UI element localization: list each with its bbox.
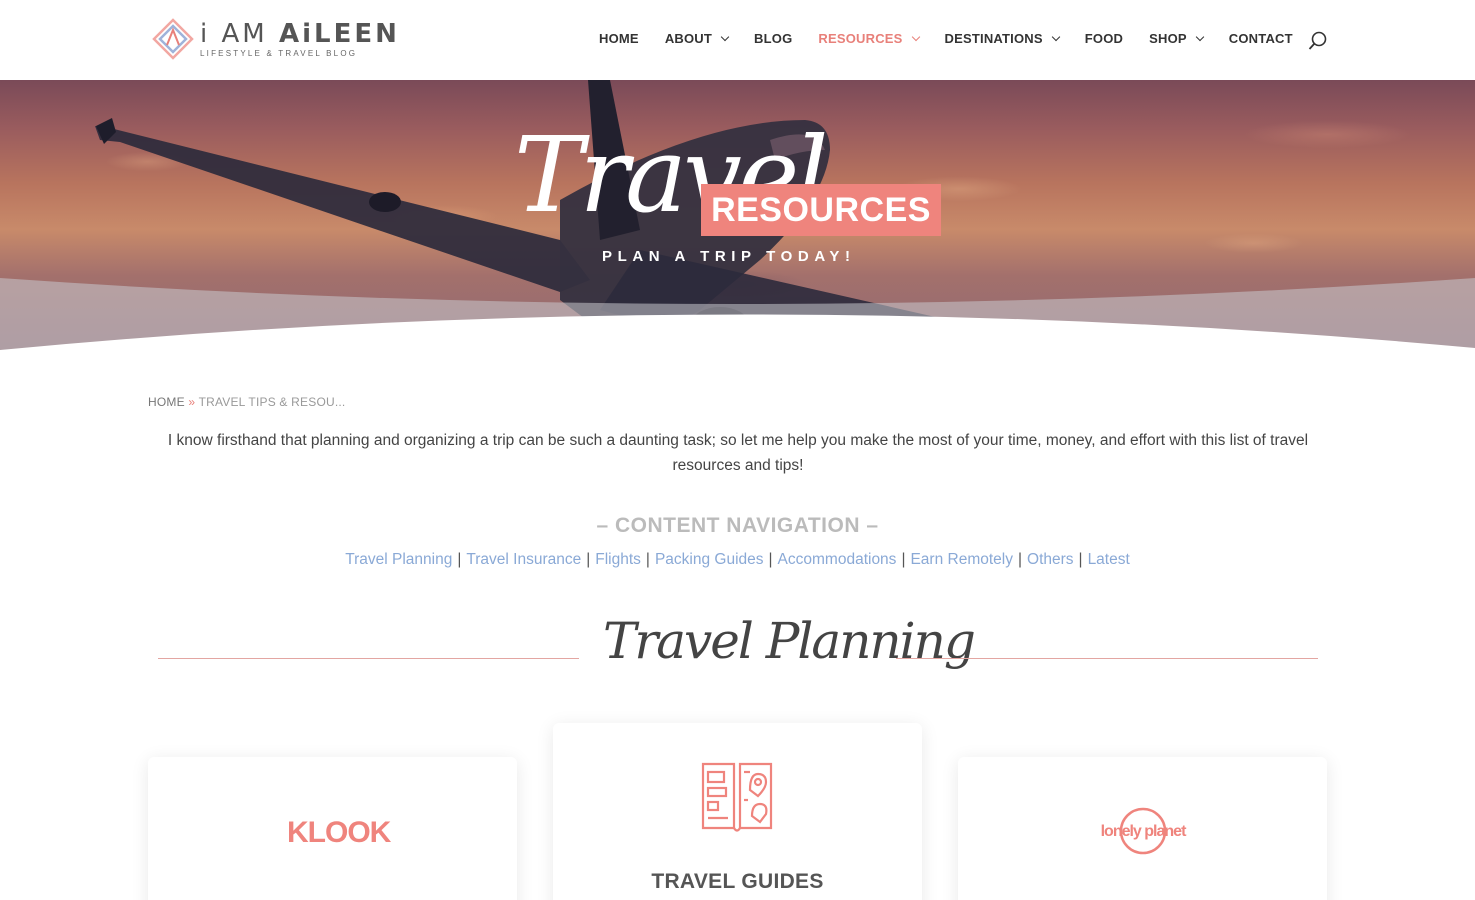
- chevron-down-icon: [1051, 32, 1061, 41]
- klook-logo: KLOOK: [287, 816, 391, 849]
- breadcrumb-separator: »: [188, 395, 196, 409]
- content-navigation-links: Travel Planning | Travel Insurance | Flights…: [0, 551, 1475, 569]
- link-accommodations[interactable]: Accommodations: [778, 551, 897, 568]
- section-divider-left: [158, 658, 579, 659]
- divider: |: [768, 551, 773, 568]
- travel-guide-map-icon: [701, 762, 773, 832]
- lonely-planet-logo-text: lonely planet: [1101, 823, 1187, 840]
- hero-banner: Travel RESOURCES PLAN A TRIP TODAY!: [0, 80, 1475, 352]
- site-logo[interactable]: i AM AiLEEN LIFESTYLE & TRAVEL BLOG: [152, 18, 400, 60]
- link-flights[interactable]: Flights: [595, 551, 641, 568]
- logo-subtitle: LIFESTYLE & TRAVEL BLOG: [200, 48, 358, 58]
- link-travel-planning[interactable]: Travel Planning: [345, 551, 452, 568]
- divider: |: [586, 551, 591, 568]
- nav-about[interactable]: ABOUT: [665, 31, 730, 46]
- nav-shop[interactable]: SHOP: [1149, 31, 1205, 46]
- divider: |: [1017, 551, 1023, 568]
- intro-paragraph: I know firsthand that planning and organ…: [167, 432, 1309, 474]
- divider: |: [645, 551, 650, 568]
- lonely-planet-logo: lonely planet: [1101, 807, 1188, 855]
- logo-title: i AM AiLEEN: [200, 18, 400, 49]
- search-icon[interactable]: [1308, 31, 1328, 51]
- nav-home[interactable]: HOME: [599, 31, 639, 46]
- nav-contact[interactable]: CONTACT: [1229, 31, 1293, 46]
- link-earn-remotely[interactable]: Earn Remotely: [910, 551, 1013, 568]
- divider: |: [901, 551, 906, 568]
- site-header: i AM AiLEEN LIFESTYLE & TRAVEL BLOG HOME…: [0, 0, 1475, 80]
- divider: |: [457, 551, 462, 568]
- link-others[interactable]: Others: [1027, 551, 1074, 568]
- chevron-down-icon: [720, 32, 730, 41]
- chevron-down-icon: [1195, 32, 1205, 41]
- section-title: Travel Planning: [603, 612, 976, 670]
- logo-diamond-icon: [152, 18, 194, 60]
- link-travel-insurance[interactable]: Travel Insurance: [466, 551, 581, 568]
- nav-destinations[interactable]: DESTINATIONS: [945, 31, 1061, 46]
- travel-guides-title: TRAVEL GUIDES: [651, 870, 824, 893]
- divider: |: [1078, 551, 1083, 568]
- nav-food[interactable]: FOOD: [1085, 31, 1123, 46]
- chevron-down-icon: [911, 32, 920, 41]
- nav-blog[interactable]: BLOG: [754, 31, 792, 46]
- main-nav: HOME ABOUT BLOG RESOURCES DESTINATIONS F…: [599, 31, 1319, 46]
- content-navigation-title: – CONTENT NAVIGATION –: [596, 514, 879, 537]
- breadcrumb: HOME » TRAVEL TIPS & RESOU...: [148, 395, 345, 409]
- link-latest[interactable]: Latest: [1088, 551, 1130, 568]
- nav-resources[interactable]: RESOURCES: [818, 31, 920, 46]
- section-divider-right: [896, 658, 1318, 659]
- breadcrumb-home[interactable]: HOME: [148, 395, 185, 409]
- link-packing-guides[interactable]: Packing Guides: [655, 551, 764, 568]
- breadcrumb-current: TRAVEL TIPS & RESOU...: [198, 395, 346, 409]
- hero-divider-curve: [0, 278, 1475, 352]
